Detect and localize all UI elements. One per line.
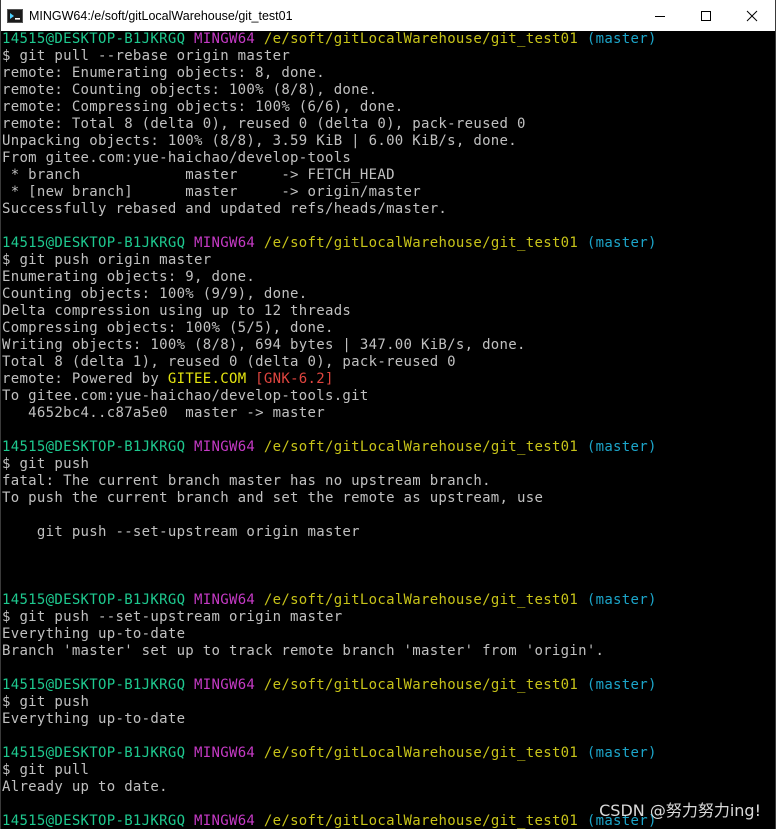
minimize-button[interactable] xyxy=(637,0,683,31)
output-line: Successfully rebased and updated refs/he… xyxy=(2,201,448,217)
remote-space xyxy=(246,371,255,387)
prompt-branch: (master) xyxy=(586,592,657,608)
prompt-user-host: 14515@DESKTOP-B1JKRGQ xyxy=(2,235,186,251)
prompt-branch: (master) xyxy=(586,439,657,455)
prompt-line: 14515@DESKTOP-B1JKRGQ MINGW64 /e/soft/gi… xyxy=(2,677,775,694)
command-line: $ git push xyxy=(2,694,90,710)
output-line: Everything up-to-date xyxy=(2,626,186,642)
prompt-line: 14515@DESKTOP-B1JKRGQ MINGW64 /e/soft/gi… xyxy=(2,439,775,456)
output-line: remote: Enumerating objects: 8, done. xyxy=(2,65,325,81)
prompt-path: /e/soft/gitLocalWarehouse/git_test01 xyxy=(263,592,579,608)
prompt-shell: MINGW64 xyxy=(194,592,256,608)
output-line: Branch 'master' set up to track remote b… xyxy=(2,643,605,659)
mingw-app-icon[interactable] xyxy=(7,8,23,24)
command-line: $ git pull xyxy=(2,762,90,778)
prompt-shell: MINGW64 xyxy=(194,235,256,251)
prompt-shell: MINGW64 xyxy=(194,31,256,47)
command-line: $ git pull --rebase origin master xyxy=(2,48,291,64)
terminal-window: MINGW64:/e/soft/gitLocalWarehouse/git_te… xyxy=(0,0,776,829)
terminal-output[interactable]: 14515@DESKTOP-B1JKRGQ MINGW64 /e/soft/gi… xyxy=(1,31,775,829)
remote-site: GITEE.COM xyxy=(167,371,247,387)
output-line: * [new branch] master -> origin/master xyxy=(2,184,421,200)
output-line: * branch master -> FETCH_HEAD xyxy=(2,167,395,183)
output-line: 4652bc4..c87a5e0 master -> master xyxy=(2,405,325,421)
prompt-path: /e/soft/gitLocalWarehouse/git_test01 xyxy=(263,439,579,455)
prompt-branch: (master) xyxy=(586,677,657,693)
prompt-line: 14515@DESKTOP-B1JKRGQ MINGW64 /e/soft/gi… xyxy=(2,31,775,48)
output-line: Delta compression using up to 12 threads xyxy=(2,303,352,319)
output-line: Everything up-to-date xyxy=(2,711,186,727)
output-line: Total 8 (delta 1), reused 0 (delta 0), p… xyxy=(2,354,456,370)
remote-tag: [GNK-6.2] xyxy=(255,371,334,387)
prompt-branch: (master) xyxy=(586,235,657,251)
prompt-path: /e/soft/gitLocalWarehouse/git_test01 xyxy=(263,745,579,761)
command-line: $ git push xyxy=(2,456,90,472)
output-line: To gitee.com:yue-haichao/develop-tools.g… xyxy=(2,388,369,404)
prompt-shell: MINGW64 xyxy=(194,439,256,455)
output-line: fatal: The current branch master has no … xyxy=(2,473,491,489)
prompt-path: /e/soft/gitLocalWarehouse/git_test01 xyxy=(263,677,579,693)
maximize-button[interactable] xyxy=(683,0,729,31)
output-line: Counting objects: 100% (9/9), done. xyxy=(2,286,308,302)
remote-prefix: remote: Powered by xyxy=(2,371,168,387)
prompt-user-host: 14515@DESKTOP-B1JKRGQ xyxy=(2,439,186,455)
output-line: Compressing objects: 100% (5/5), done. xyxy=(2,320,334,336)
output-line: remote: Powered by GITEE.COM [GNK-6.2] xyxy=(2,371,775,388)
prompt-user-host: 14515@DESKTOP-B1JKRGQ xyxy=(2,31,186,47)
close-button[interactable] xyxy=(729,0,775,31)
output-line: From gitee.com:yue-haichao/develop-tools xyxy=(2,150,352,166)
prompt-path: /e/soft/gitLocalWarehouse/git_test01 xyxy=(263,813,579,829)
output-line: Unpacking objects: 100% (8/8), 3.59 KiB … xyxy=(2,133,517,149)
output-line: To push the current branch and set the r… xyxy=(2,490,544,506)
command-line: $ git push --set-upstream origin master xyxy=(2,609,343,625)
prompt-user-host: 14515@DESKTOP-B1JKRGQ xyxy=(2,592,186,608)
prompt-user-host: 14515@DESKTOP-B1JKRGQ xyxy=(2,745,186,761)
prompt-path: /e/soft/gitLocalWarehouse/git_test01 xyxy=(263,235,579,251)
command-line: $ git push origin master xyxy=(2,252,212,268)
prompt-line: 14515@DESKTOP-B1JKRGQ MINGW64 /e/soft/gi… xyxy=(2,745,775,762)
prompt-shell: MINGW64 xyxy=(194,677,256,693)
output-line: remote: Compressing objects: 100% (6/6),… xyxy=(2,99,404,115)
prompt-user-host: 14515@DESKTOP-B1JKRGQ xyxy=(2,677,186,693)
output-line: Enumerating objects: 9, done. xyxy=(2,269,256,285)
prompt-path: /e/soft/gitLocalWarehouse/git_test01 xyxy=(263,31,579,47)
window-controls xyxy=(637,0,775,31)
output-line: git push --set-upstream origin master xyxy=(2,524,360,540)
window-title: MINGW64:/e/soft/gitLocalWarehouse/git_te… xyxy=(29,8,293,23)
prompt-line: 14515@DESKTOP-B1JKRGQ MINGW64 /e/soft/gi… xyxy=(2,235,775,252)
close-icon xyxy=(746,10,758,21)
output-line: Writing objects: 100% (8/8), 694 bytes |… xyxy=(2,337,526,353)
prompt-line: 14515@DESKTOP-B1JKRGQ MINGW64 /e/soft/gi… xyxy=(2,592,775,609)
minimize-icon xyxy=(655,15,665,17)
output-line: remote: Total 8 (delta 0), reused 0 (del… xyxy=(2,116,526,132)
csdn-watermark: CSDN @努力努力ing! xyxy=(599,801,761,820)
output-line: remote: Counting objects: 100% (8/8), do… xyxy=(2,82,378,98)
prompt-shell: MINGW64 xyxy=(194,813,256,829)
prompt-branch: (master) xyxy=(586,31,657,47)
prompt-user-host: 14515@DESKTOP-B1JKRGQ xyxy=(2,813,186,829)
maximize-icon xyxy=(701,10,711,21)
output-line: Already up to date. xyxy=(2,779,168,795)
prompt-branch: (master) xyxy=(586,745,657,761)
title-bar[interactable]: MINGW64:/e/soft/gitLocalWarehouse/git_te… xyxy=(1,0,775,31)
prompt-shell: MINGW64 xyxy=(194,745,256,761)
